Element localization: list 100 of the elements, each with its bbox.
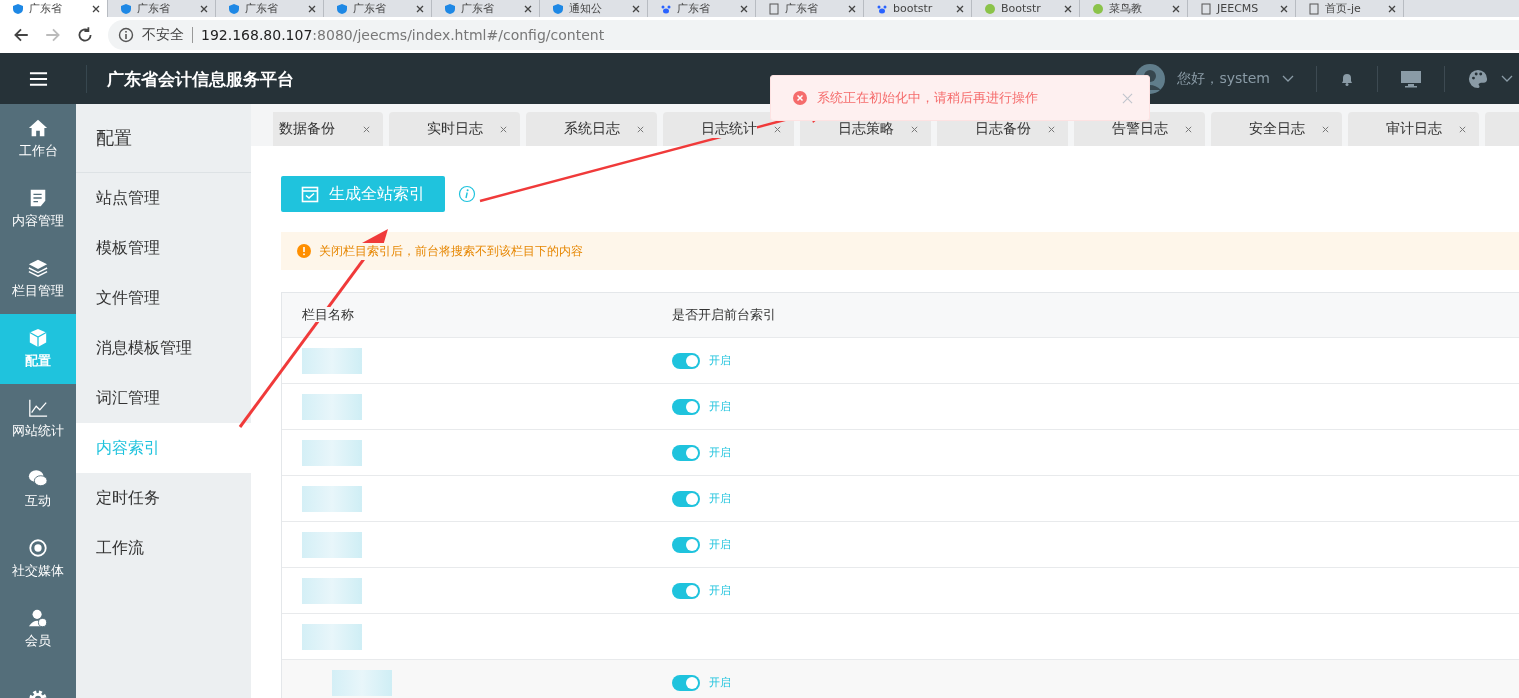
page-icon xyxy=(768,2,780,15)
shield-icon xyxy=(336,2,348,15)
address-field[interactable]: 不安全 192.168.80.107:8080/jeecms/index.html#/config/content xyxy=(108,20,1519,50)
nav-item[interactable]: 内容管理 xyxy=(0,174,76,244)
tab-title: 广东省 xyxy=(245,1,279,16)
error-icon xyxy=(793,91,807,105)
tab-title: 菜鸟教 xyxy=(1109,1,1143,16)
page-tab[interactable]: 实时日志 xyxy=(389,112,520,146)
chevron-down-icon[interactable] xyxy=(1282,74,1294,83)
close-icon[interactable] xyxy=(955,3,965,14)
redacted-block xyxy=(302,623,362,650)
redacted-block xyxy=(332,669,392,696)
toggle-switch[interactable] xyxy=(672,490,700,507)
redacted-block xyxy=(302,531,362,558)
status-label: 开启 xyxy=(709,445,731,460)
tab-title: 广东省 xyxy=(461,1,495,16)
close-icon[interactable] xyxy=(847,3,857,14)
calendar-check-icon xyxy=(301,185,319,203)
reload-icon[interactable] xyxy=(76,26,94,44)
toggle-switch[interactable] xyxy=(672,444,700,461)
close-icon[interactable] xyxy=(523,3,533,14)
redacted-block xyxy=(302,485,362,512)
menu-item[interactable]: 词汇管理 xyxy=(76,373,251,423)
back-icon[interactable] xyxy=(12,26,30,44)
column-header: 栏目名称 xyxy=(302,307,354,322)
status-label: 开启 xyxy=(709,675,731,690)
warning-icon xyxy=(297,244,311,258)
shield-icon xyxy=(552,2,564,15)
redacted-block xyxy=(302,577,362,604)
menu-item[interactable]: 工作流 xyxy=(76,523,251,573)
browser-tab[interactable]: 广东省 xyxy=(0,0,108,17)
tab-title: 通知公 xyxy=(569,1,603,16)
nav-item[interactable]: 社交媒体 xyxy=(0,524,76,594)
column-header: 是否开启前台索引 xyxy=(672,306,776,324)
tab-title: Bootstr xyxy=(1001,2,1042,15)
page-tab[interactable]: 安全日志 xyxy=(1211,112,1342,146)
nav-item[interactable]: 栏目管理 xyxy=(0,244,76,314)
url-text: 192.168.80.107:8080/jeecms/index.html#/config/content xyxy=(201,27,605,43)
cube-icon xyxy=(28,328,48,348)
nav-item[interactable]: 会员 xyxy=(0,594,76,664)
tab-title: 广东省 xyxy=(137,1,171,16)
nav-item[interactable]: 工作台 xyxy=(0,104,76,174)
shield-icon xyxy=(228,2,240,15)
redacted-block xyxy=(302,393,362,420)
toggle-switch[interactable] xyxy=(672,536,700,553)
toggle-switch[interactable] xyxy=(672,352,700,369)
close-icon[interactable] xyxy=(307,3,317,14)
tab-title: 广东省 xyxy=(677,1,711,16)
nav-item[interactable]: 网站统计 xyxy=(0,384,76,454)
menu-item[interactable]: 站点管理 xyxy=(76,173,251,223)
menu-item[interactable]: 定时任务 xyxy=(76,473,251,523)
close-icon[interactable] xyxy=(631,3,641,14)
close-icon[interactable] xyxy=(1387,3,1397,14)
redacted-block xyxy=(302,439,362,466)
close-icon[interactable] xyxy=(1063,3,1073,14)
layers-icon xyxy=(28,258,48,278)
status-label: 开启 xyxy=(709,399,731,414)
close-icon[interactable] xyxy=(415,3,425,14)
monitor-icon[interactable] xyxy=(1400,68,1422,89)
close-icon[interactable] xyxy=(199,3,209,14)
close-icon[interactable] xyxy=(1279,3,1289,14)
security-label: 不安全 xyxy=(142,26,184,44)
menu-icon[interactable] xyxy=(29,70,48,87)
line-chart-icon xyxy=(28,398,48,418)
shield-icon xyxy=(120,2,132,15)
shield-icon xyxy=(12,2,24,15)
toast-message: 系统正在初始化中，请稍后再进行操作 xyxy=(817,89,1039,107)
page-icon xyxy=(1308,2,1320,15)
menu-item[interactable]: 消息模板管理 xyxy=(76,323,251,373)
menu-item[interactable]: 模板管理 xyxy=(76,223,251,273)
user-greeting[interactable]: 您好，system xyxy=(1177,69,1270,88)
close-icon[interactable] xyxy=(1171,3,1181,14)
shield-icon xyxy=(444,2,456,15)
page-tab[interactable]: 日志统计 xyxy=(663,112,794,146)
redacted-block xyxy=(302,347,362,374)
warning-text: 关闭栏目索引后，前台将搜索不到该栏目下的内容 xyxy=(319,242,583,260)
close-icon[interactable] xyxy=(91,3,101,14)
tab-title: 广东省 xyxy=(353,1,387,16)
page-tab[interactable]: 数据备份 xyxy=(273,112,383,146)
app-title: 广东省会计信息服务平台 xyxy=(86,64,294,93)
page-tab[interactable]: 审计日志 xyxy=(1348,112,1479,146)
tab-title: 广东省 xyxy=(785,1,819,16)
tab-title: 广东省 xyxy=(29,1,63,16)
page-icon xyxy=(1200,2,1212,15)
menu-item[interactable]: 文件管理 xyxy=(76,273,251,323)
nav-item[interactable]: 互动 xyxy=(0,454,76,524)
chat-icon xyxy=(28,468,48,488)
close-icon[interactable] xyxy=(739,3,749,14)
toggle-switch[interactable] xyxy=(672,674,700,691)
status-label: 开启 xyxy=(709,353,731,368)
target-icon xyxy=(28,538,48,558)
page-tab[interactable]: 系统日志 xyxy=(526,112,657,146)
user-icon xyxy=(28,608,48,628)
toggle-switch[interactable] xyxy=(672,398,700,415)
palette-icon[interactable] xyxy=(1467,68,1489,89)
chevron-down-icon[interactable] xyxy=(1501,74,1513,83)
toggle-switch[interactable] xyxy=(672,582,700,599)
tab-title: JEECMS xyxy=(1217,2,1260,15)
status-label: 开启 xyxy=(709,491,731,506)
info-icon xyxy=(118,27,134,43)
